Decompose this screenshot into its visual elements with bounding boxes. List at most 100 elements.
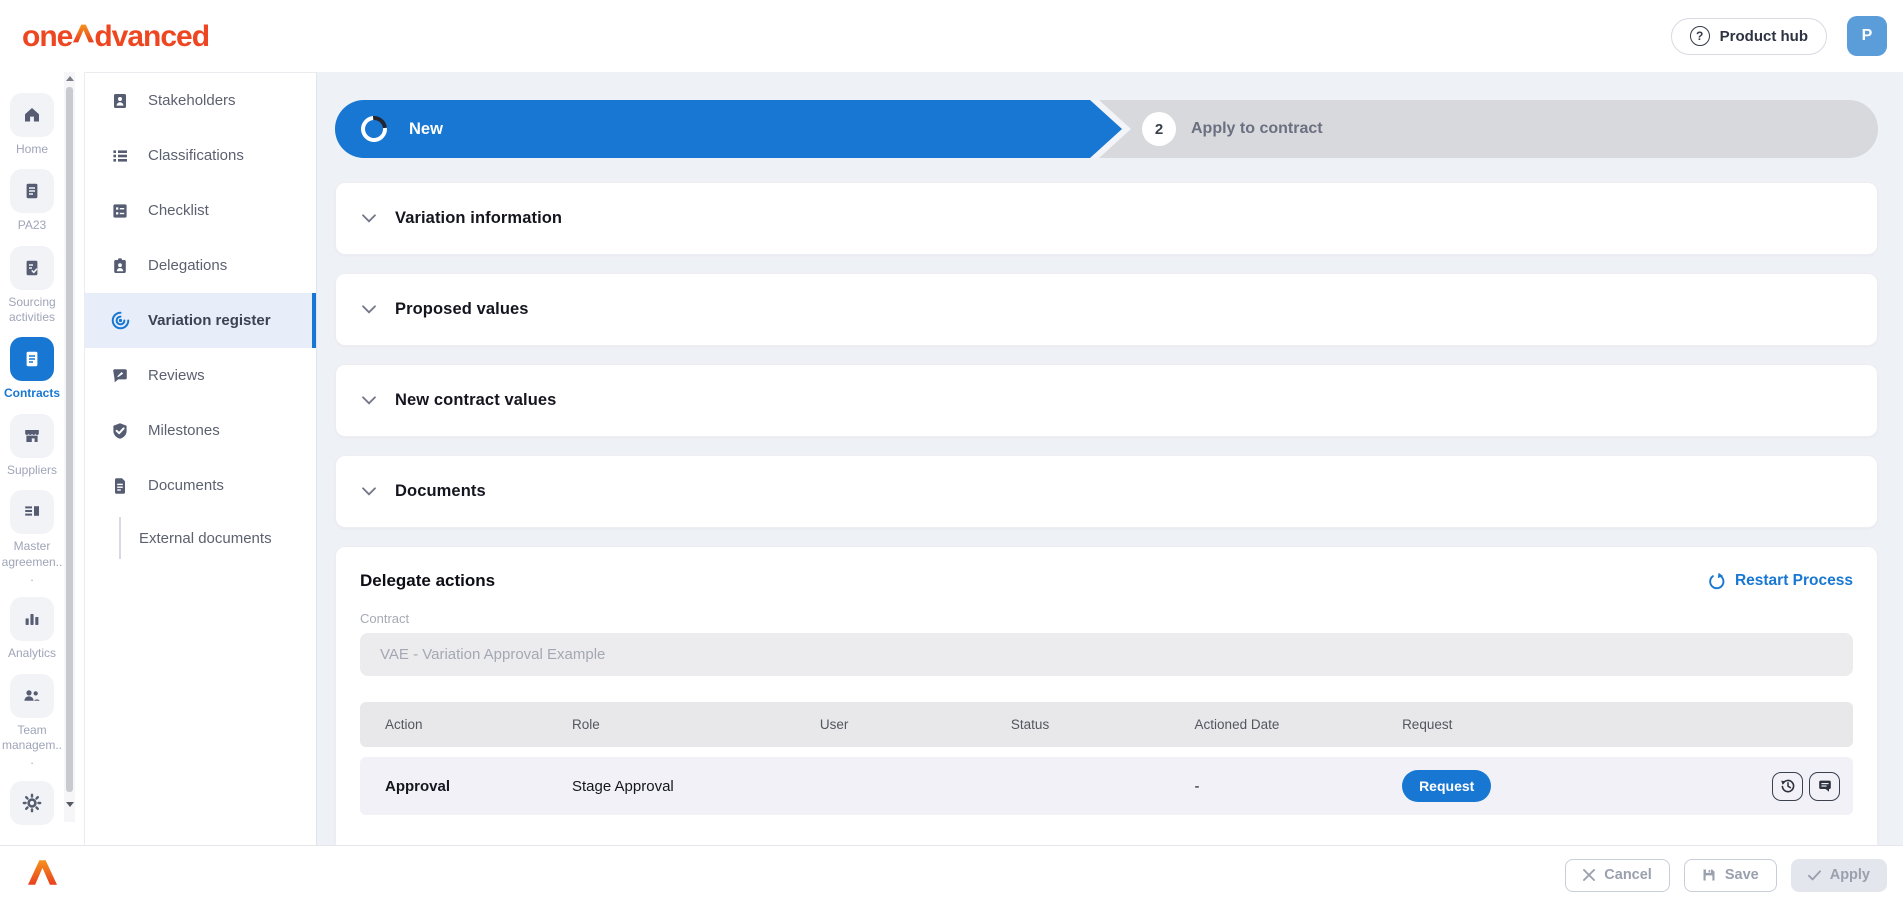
sidebar-item-external-documents[interactable]: External documents [85, 513, 316, 563]
contract-field-label: Contract [360, 611, 1853, 626]
delegate-actions-table: Action Role User Status Actioned Date Re… [360, 702, 1853, 815]
list-icon [109, 146, 131, 166]
chevron-down-icon [362, 396, 376, 405]
sidebar-item-stakeholders[interactable]: Stakeholders [85, 73, 316, 128]
gear-icon [10, 781, 54, 825]
action-bar: Cancel Save Apply [0, 845, 1903, 904]
app-window: one dvanced ? Product hub P Home [0, 0, 1903, 904]
workflow-stepper: New 2 Apply to contract [335, 100, 1878, 158]
rail-item-analytics[interactable]: Analytics [1, 597, 63, 661]
header-actions: ? Product hub P [1671, 16, 1893, 56]
check-icon [1808, 870, 1821, 881]
contract-document-icon [10, 337, 54, 381]
column-header-request: Request [1402, 717, 1853, 732]
contract-field-value[interactable]: VAE - Variation Approval Example [360, 633, 1853, 676]
section-documents[interactable]: Documents [335, 455, 1878, 528]
section-new-contract-values[interactable]: New contract values [335, 364, 1878, 437]
rail-item-suppliers[interactable]: Suppliers [1, 414, 63, 478]
rail-item-configure[interactable]: Configure [1, 781, 63, 825]
step-current-label: New [409, 120, 443, 139]
review-bubble-icon [109, 366, 131, 386]
logo-text-dvanced: dvanced [94, 22, 209, 52]
cell-role: Stage Approval [572, 778, 820, 795]
chevron-down-icon [362, 214, 376, 223]
file-icon [109, 476, 131, 496]
scrollbar-thumb[interactable] [66, 87, 73, 792]
history-button[interactable] [1772, 772, 1803, 801]
rail-item-sourcing-activities[interactable]: Sourcing activities [1, 246, 63, 326]
rail-item-pa23[interactable]: PA23 [1, 169, 63, 233]
delegate-actions-panel: Delegate actions Restart Process Contrac… [335, 546, 1878, 845]
rail-item-team-management[interactable]: Team managem... [1, 674, 63, 769]
checklist-icon [109, 201, 131, 221]
sidebar-item-reviews[interactable]: Reviews [85, 348, 316, 403]
storefront-icon [10, 414, 54, 458]
cancel-button[interactable]: Cancel [1565, 859, 1670, 892]
column-header-user: User [820, 717, 1011, 732]
history-icon [1780, 778, 1796, 794]
rail-item-home[interactable]: Home [1, 93, 63, 157]
section-variation-information[interactable]: Variation information [335, 182, 1878, 255]
delegate-actions-title: Delegate actions [360, 571, 495, 591]
section-title: Proposed values [395, 300, 529, 319]
sidebar-item-checklist[interactable]: Checklist [85, 183, 316, 238]
help-question-icon: ? [1690, 26, 1710, 46]
brand-caret-icon [73, 21, 94, 51]
comment-button[interactable] [1809, 772, 1840, 801]
user-avatar[interactable]: P [1847, 16, 1887, 56]
rail-item-contracts[interactable]: Contracts [1, 337, 63, 401]
section-proposed-values[interactable]: Proposed values [335, 273, 1878, 346]
sidebar-item-milestones[interactable]: Milestones [85, 403, 316, 458]
progress-spinner-icon [356, 111, 393, 148]
bar-chart-icon [10, 597, 54, 641]
section-title: New contract values [395, 391, 556, 410]
step-apply-to-contract[interactable]: 2 Apply to contract [1142, 100, 1323, 158]
sidebar-item-delegations[interactable]: Delegations [85, 238, 316, 293]
oneadvanced-logo: one dvanced [22, 21, 209, 52]
restart-icon [1707, 572, 1726, 591]
product-hub-label: Product hub [1720, 28, 1808, 45]
restart-process-link[interactable]: Restart Process [1707, 572, 1853, 591]
row-actions [1772, 772, 1840, 801]
list-block-icon [10, 490, 54, 534]
scrollbar-down-arrow[interactable] [66, 802, 74, 807]
table-row: Approval Stage Approval - Request [360, 757, 1853, 815]
contract-sections-sidebar: Stakeholders Classifications Checklist D… [84, 72, 317, 845]
document-icon [10, 169, 54, 213]
column-header-action: Action [360, 717, 572, 732]
people-icon [10, 674, 54, 718]
document-check-icon [10, 246, 54, 290]
close-icon [1583, 869, 1595, 881]
rail-item-master-agreements[interactable]: Master agreemen... [1, 490, 63, 585]
apply-button[interactable]: Apply [1791, 859, 1887, 892]
table-header-row: Action Role User Status Actioned Date Re… [360, 702, 1853, 747]
cell-action: Approval [360, 778, 572, 795]
sidebar-item-classifications[interactable]: Classifications [85, 128, 316, 183]
id-badge-icon [109, 256, 131, 276]
shield-check-icon [109, 421, 131, 441]
chevron-down-icon [362, 305, 376, 314]
section-title: Variation information [395, 209, 562, 228]
request-button[interactable]: Request [1402, 770, 1491, 802]
product-hub-button[interactable]: ? Product hub [1671, 18, 1827, 55]
save-button[interactable]: Save [1684, 859, 1777, 892]
badge-person-icon [109, 91, 131, 111]
step-next-label: Apply to contract [1191, 120, 1323, 138]
logo-text-one: one [22, 22, 72, 52]
cell-actioned-date: - [1195, 778, 1403, 795]
save-floppy-icon [1702, 868, 1716, 882]
advanced-caret-logo [28, 860, 57, 890]
column-header-role: Role [572, 717, 820, 732]
chevron-down-icon [362, 487, 376, 496]
avatar-initial: P [1862, 27, 1873, 45]
home-icon [10, 93, 54, 137]
step-current-new[interactable]: New [335, 100, 1122, 158]
column-header-actioned-date: Actioned Date [1195, 717, 1403, 732]
sidebar-item-variation-register[interactable]: Variation register [85, 293, 316, 348]
top-header: one dvanced ? Product hub P [0, 0, 1903, 72]
scrollbar-up-arrow[interactable] [66, 76, 74, 81]
cell-request: Request [1402, 770, 1853, 802]
main-content: New 2 Apply to contract Variation inform… [317, 72, 1903, 845]
sidebar-item-documents[interactable]: Documents [85, 458, 316, 513]
rail-scrollbar[interactable] [64, 72, 75, 822]
